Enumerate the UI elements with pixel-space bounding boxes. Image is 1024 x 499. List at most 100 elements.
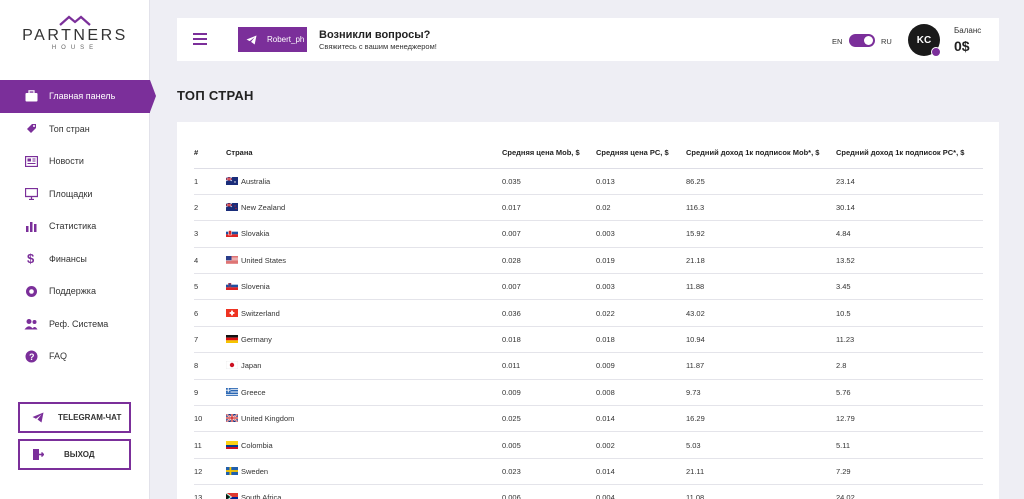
logout-button[interactable]: ВЫХОД xyxy=(18,439,131,470)
cell-country: Germany xyxy=(226,326,502,354)
country-name: Slovenia xyxy=(241,282,270,292)
sidebar-item-3[interactable]: Площадки xyxy=(0,178,150,211)
sidebar-nav: Главная панель Топ стран Новости Площадки Ст… xyxy=(0,80,156,373)
cell-avg-price-mob: 0.035 xyxy=(502,168,596,195)
country-flag-icon xyxy=(226,308,238,317)
dollar-icon: $ xyxy=(24,252,38,266)
manager-username: Robert_ph xyxy=(267,35,305,44)
sidebar-item-label: Реф. Система xyxy=(49,318,109,329)
cell-avg-price-pc: 0.008 xyxy=(596,379,686,407)
lang-en-label[interactable]: EN xyxy=(832,37,842,46)
telegram-chat-button[interactable]: TELEGRAM-ЧАТ xyxy=(18,402,131,433)
sidebar-item-4[interactable]: Статистика xyxy=(0,210,150,243)
sidebar-item-label: Главная панель xyxy=(49,91,116,102)
column-header-avg-price-mob: Средняя цена Mob, $ xyxy=(502,137,596,169)
page-title: ТОП СТРАН xyxy=(177,88,254,103)
cell-country: South Africa xyxy=(225,484,502,499)
sidebar-item-label: FAQ xyxy=(49,351,68,362)
cell-country: Switzerland xyxy=(226,299,502,327)
sidebar-item-label: Статистика xyxy=(49,221,97,232)
table-row: 11 Colombia 0.005 0.002 5.03 5.11 xyxy=(194,431,983,459)
cell-country: Slovakia xyxy=(226,220,502,248)
cell-number: 8 xyxy=(194,352,226,380)
cell-avg-price-mob: 0.025 xyxy=(502,405,596,433)
country-name: Greece xyxy=(241,387,266,397)
sidebar-item-label: Поддержка xyxy=(49,286,96,297)
sidebar-item-label: Финансы xyxy=(49,253,87,264)
sidebar-item-7[interactable]: Реф. Система xyxy=(0,308,150,341)
chevron-down-icon[interactable] xyxy=(931,47,941,57)
telegram-icon xyxy=(32,412,44,423)
country-name: Switzerland xyxy=(241,308,280,318)
cell-income-mob: 21.18 xyxy=(686,247,836,275)
cell-avg-price-pc: 0.002 xyxy=(596,431,686,459)
language-toggle[interactable] xyxy=(849,34,875,47)
top-countries-table: # Страна Средняя цена Mob, $ Средняя цен… xyxy=(194,137,983,499)
cell-avg-price-pc: 0.02 xyxy=(596,194,686,222)
lang-ru-label[interactable]: RU xyxy=(881,37,892,46)
cell-country: New Zealand xyxy=(225,194,502,222)
cell-number: 11 xyxy=(194,431,226,459)
cell-income-pc: 30.14 xyxy=(836,194,983,222)
manager-telegram-button[interactable]: Robert_ph xyxy=(238,27,307,52)
cell-avg-price-mob: 0.006 xyxy=(502,484,596,499)
country-name: South Africa xyxy=(241,493,282,499)
table-row: 8 Japan 0.011 0.009 11.87 2.8 xyxy=(194,352,983,380)
country-name: United States xyxy=(241,255,287,265)
cell-income-mob: 21.11 xyxy=(686,458,836,486)
sidebar-item-8[interactable]: ? FAQ xyxy=(0,340,150,373)
logo-text: PARTNERS xyxy=(22,27,128,44)
sidebar-item-5[interactable]: $ Финансы xyxy=(0,243,150,276)
country-name: Colombia xyxy=(241,440,273,450)
cell-avg-price-mob: 0.018 xyxy=(502,326,596,354)
sidebar: PARTNERS HOUSE Главная панель Топ стран Но… xyxy=(0,0,156,499)
cell-country: Australia xyxy=(225,168,502,195)
column-header-income-pc: Средний доход 1к подписок PC*, $ xyxy=(836,137,983,169)
column-header-country: Страна xyxy=(226,137,502,169)
briefcase-icon xyxy=(24,89,38,103)
cell-avg-price-pc: 0.004 xyxy=(596,484,686,499)
sidebar-item-label: Площадки xyxy=(49,188,93,199)
bar-chart-icon xyxy=(24,219,38,233)
cell-avg-price-pc: 0.014 xyxy=(596,405,686,433)
cell-number: 6 xyxy=(194,299,226,327)
monitor-icon xyxy=(24,187,38,201)
cell-income-pc: 2.8 xyxy=(836,352,983,380)
cell-income-pc: 5.11 xyxy=(836,431,983,459)
questions-subtitle: Свяжитесь с вашим менеджером! xyxy=(319,42,437,51)
cell-income-pc: 3.45 xyxy=(836,273,983,301)
table-row: 4 United States 0.028 0.019 21.18 13.52 xyxy=(194,247,983,275)
balance-label: Баланс xyxy=(954,26,982,35)
country-flag-icon xyxy=(226,387,238,396)
cell-avg-price-pc: 0.022 xyxy=(596,299,686,327)
logo[interactable]: PARTNERS HOUSE xyxy=(0,14,150,51)
sidebar-item-label: Новости xyxy=(49,156,84,167)
country-flag-icon xyxy=(226,282,238,291)
support-icon xyxy=(24,284,38,298)
cell-country: United Kingdom xyxy=(225,405,502,433)
cell-country: Colombia xyxy=(226,431,502,459)
column-header-number: # xyxy=(194,137,226,169)
cell-avg-price-pc: 0.014 xyxy=(596,458,686,486)
sidebar-item-1[interactable]: Топ стран xyxy=(0,113,150,146)
cell-number: 12 xyxy=(194,458,226,486)
cell-avg-price-pc: 0.003 xyxy=(596,273,686,301)
table-row: 10 United Kingdom 0.025 0.014 16.29 12.79 xyxy=(194,405,983,433)
cell-income-pc: 7.29 xyxy=(836,458,983,486)
cell-income-mob: 16.29 xyxy=(686,405,836,433)
cell-country: Greece xyxy=(226,379,502,407)
cell-country: Japan xyxy=(225,352,502,380)
sidebar-item-0[interactable]: Главная панель xyxy=(0,80,156,113)
sidebar-item-2[interactable]: Новости xyxy=(0,145,150,178)
cell-income-pc: 12.79 xyxy=(836,405,983,433)
cell-avg-price-mob: 0.007 xyxy=(502,273,596,301)
cell-income-mob: 10.94 xyxy=(686,326,836,354)
country-flag-icon xyxy=(225,176,238,185)
cell-income-mob: 116.3 xyxy=(686,194,836,222)
sidebar-item-6[interactable]: Поддержка xyxy=(0,275,150,308)
cell-income-pc: 5.76 xyxy=(836,379,983,407)
menu-toggle-icon[interactable] xyxy=(193,33,207,48)
cell-country: United States xyxy=(226,247,502,275)
cell-number: 7 xyxy=(194,326,226,354)
country-flag-icon xyxy=(225,361,239,370)
